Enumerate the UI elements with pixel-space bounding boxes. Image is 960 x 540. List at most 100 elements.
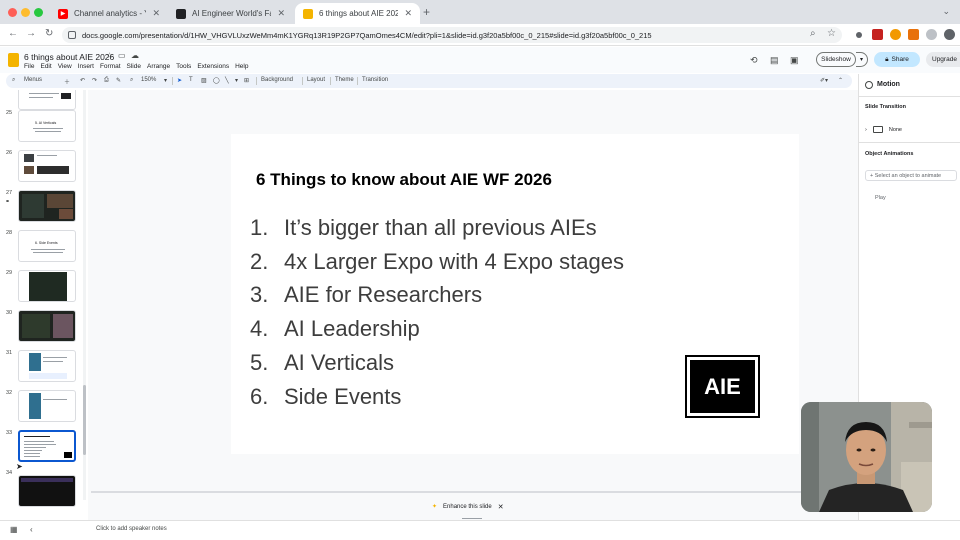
- slide-thumbnail[interactable]: [18, 270, 76, 302]
- reload-icon[interactable]: ↻: [45, 28, 53, 39]
- edit-mode-icon[interactable]: ✐▾: [820, 77, 828, 84]
- text-box-icon[interactable]: T: [189, 77, 193, 83]
- slide-thumbnail[interactable]: [18, 310, 76, 342]
- slides-logo-icon[interactable]: [8, 53, 19, 67]
- menu-arrange[interactable]: Arrange: [147, 63, 170, 70]
- new-slide-icon[interactable]: ＋: [64, 77, 70, 86]
- comment-add-icon[interactable]: ⊞: [244, 77, 249, 84]
- extension-orange-icon[interactable]: [908, 29, 919, 40]
- extension-sun-icon[interactable]: [890, 29, 901, 40]
- transition-selector[interactable]: › None: [865, 126, 902, 133]
- thumb-image: [47, 194, 73, 208]
- filmstrip-scrollbar-thumb[interactable]: [83, 385, 86, 455]
- forward-icon[interactable]: →: [26, 28, 36, 39]
- undo-icon[interactable]: ↶: [80, 77, 85, 84]
- close-icon[interactable]: ✕: [498, 503, 504, 511]
- chevron-right-icon[interactable]: ›: [865, 127, 867, 133]
- menu-file[interactable]: File: [24, 63, 34, 70]
- slideshow-button[interactable]: Slideshow: [816, 52, 856, 67]
- tab-search-icon[interactable]: ⌄: [942, 6, 950, 17]
- share-button[interactable]: 🔒︎ Share: [874, 52, 920, 67]
- slide-thumbnail[interactable]: 6. Side Events: [18, 230, 76, 262]
- menu-view[interactable]: View: [58, 63, 72, 70]
- slide-thumbnail[interactable]: [18, 90, 76, 110]
- zoom-icon[interactable]: ⌕: [130, 77, 133, 84]
- star-icon[interactable]: ☆: [106, 51, 113, 60]
- bookmark-star-icon[interactable]: ☆: [827, 28, 836, 39]
- profile-icon[interactable]: [944, 29, 955, 40]
- notes-divider[interactable]: [91, 491, 858, 493]
- menu-format[interactable]: Format: [100, 63, 121, 70]
- collapse-toolbar-icon[interactable]: ⌃: [838, 77, 843, 84]
- toolbar-divider: [302, 77, 303, 85]
- menu-tools[interactable]: Tools: [176, 63, 191, 70]
- grid-view-icon[interactable]: ▦: [10, 525, 18, 534]
- zoom-icon[interactable]: ⌕: [810, 28, 816, 39]
- menu-extensions[interactable]: Extensions: [197, 63, 229, 70]
- slide-thumbnail[interactable]: [18, 475, 76, 507]
- slide-thumbnail[interactable]: [18, 150, 76, 182]
- redo-icon[interactable]: ↷: [92, 77, 97, 84]
- slide-thumbnail[interactable]: [18, 350, 76, 382]
- browser-tab-youtube[interactable]: ▶ Channel analytics - YouTube ✕: [50, 3, 168, 24]
- minimize-window-button[interactable]: [21, 8, 30, 17]
- version-history-icon[interactable]: ⟲: [750, 55, 758, 66]
- new-tab-button[interactable]: +: [423, 5, 430, 19]
- speaker-notes-input[interactable]: Click to add speaker notes: [96, 526, 167, 532]
- theme-button[interactable]: Theme: [335, 77, 354, 83]
- aie-logo[interactable]: AIE: [685, 355, 760, 418]
- browser-tab-aie[interactable]: AI Engineer World's Fair 2026 ✕: [168, 3, 293, 24]
- move-folder-icon[interactable]: ▭: [118, 51, 126, 60]
- line-icon[interactable]: ╲: [225, 77, 229, 84]
- close-tab-icon[interactable]: ✕: [277, 8, 285, 19]
- meet-icon[interactable]: ▣: [790, 55, 799, 66]
- slide-thumbnail[interactable]: [18, 390, 76, 422]
- slideshow-dropdown-icon[interactable]: ▾: [856, 52, 868, 67]
- line-dropdown-icon[interactable]: ▾: [235, 77, 238, 84]
- browser-tab-slides[interactable]: 6 things about AIE 2026 - Go ✕: [295, 3, 420, 24]
- image-icon[interactable]: ▨: [201, 77, 207, 84]
- enhance-slide-chip[interactable]: ✦ Enhance this slide ✕: [432, 500, 504, 513]
- menu-insert[interactable]: Insert: [78, 63, 94, 70]
- close-window-button[interactable]: [8, 8, 17, 17]
- collapse-filmstrip-icon[interactable]: ‹: [30, 525, 33, 534]
- comments-icon[interactable]: ▤: [770, 55, 779, 66]
- paint-format-icon[interactable]: ✎: [116, 77, 121, 84]
- close-tab-icon[interactable]: ✕: [404, 8, 412, 19]
- menu-slide[interactable]: Slide: [127, 63, 141, 70]
- select-cursor-icon[interactable]: ➤: [177, 77, 182, 84]
- play-button[interactable]: Play: [875, 195, 886, 201]
- search-menus-icon[interactable]: ⌕: [12, 77, 15, 84]
- back-icon[interactable]: ←: [8, 28, 18, 39]
- extension-red-icon[interactable]: [872, 29, 883, 40]
- background-button[interactable]: Background: [261, 77, 293, 83]
- thumb-title: 6. Side Events: [35, 241, 58, 245]
- document-title[interactable]: 6 things about AIE 2026: [24, 52, 114, 62]
- close-tab-icon[interactable]: ✕: [152, 8, 160, 19]
- slide-thumbnail-selected[interactable]: [18, 430, 76, 462]
- slide-thumbnail[interactable]: [18, 190, 76, 222]
- upgrade-button[interactable]: Upgrade: [926, 52, 960, 67]
- thumb-logo: [64, 452, 72, 458]
- print-icon[interactable]: ⎙: [104, 77, 109, 84]
- motion-icon: [865, 81, 873, 89]
- slide-body-list[interactable]: 1. It’s bigger than all previous AIEs 2. 4…: [250, 211, 624, 414]
- menu-help[interactable]: Help: [235, 63, 248, 70]
- browser-tab-bar: ▶ Channel analytics - YouTube ✕ AI Engin…: [0, 0, 960, 24]
- maximize-window-button[interactable]: [34, 8, 43, 17]
- slide-title[interactable]: 6 Things to know about AIE WF 2026: [256, 170, 552, 190]
- menu-edit[interactable]: Edit: [40, 63, 51, 70]
- address-bar[interactable]: docs.google.com/presentation/d/1HW_VHGVL…: [62, 27, 842, 43]
- item-number: 3.: [250, 282, 269, 308]
- slide-thumbnail[interactable]: 5. AI Verticals: [18, 110, 76, 142]
- shape-icon[interactable]: ◯: [213, 77, 220, 84]
- layout-button[interactable]: Layout: [307, 77, 325, 83]
- select-object-button[interactable]: + Select an object to animate: [865, 170, 957, 181]
- zoom-dropdown-icon[interactable]: ▾: [164, 77, 167, 84]
- zoom-level[interactable]: 150%: [141, 77, 156, 83]
- menus-search-label[interactable]: Menus: [24, 77, 42, 83]
- transition-button[interactable]: Transition: [362, 77, 388, 83]
- extension-gray-icon[interactable]: [926, 29, 937, 40]
- extension-icon[interactable]: [856, 32, 862, 38]
- site-info-icon[interactable]: [68, 31, 76, 39]
